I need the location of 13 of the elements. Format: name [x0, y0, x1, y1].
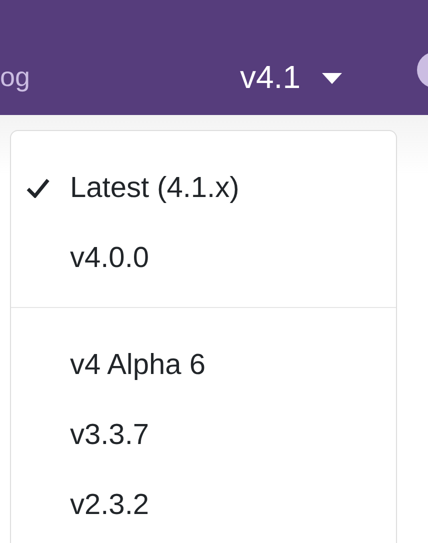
menu-item-label: v4 Alpha 6 [70, 348, 206, 382]
menu-item[interactable]: v4 Alpha 6 [11, 330, 396, 400]
menu-item-label: v2.3.2 [70, 488, 149, 522]
nav-link[interactable]: og [0, 62, 224, 93]
menu-item[interactable]: v2.3.2 [11, 470, 396, 540]
caret-icon [322, 72, 342, 84]
menu-item[interactable]: v3.3.7 [11, 400, 396, 470]
version-dropdown-toggle[interactable]: v4.1 [240, 59, 342, 96]
menu-item-label: Latest (4.1.x) [70, 172, 240, 204]
menu-item-label: v3.3.7 [70, 418, 149, 452]
menu-item[interactable]: Latest (4.1.x) [11, 153, 396, 223]
menu-item-label: v4.0.0 [70, 242, 149, 274]
menu-item[interactable]: v4.0.0 [11, 223, 396, 293]
